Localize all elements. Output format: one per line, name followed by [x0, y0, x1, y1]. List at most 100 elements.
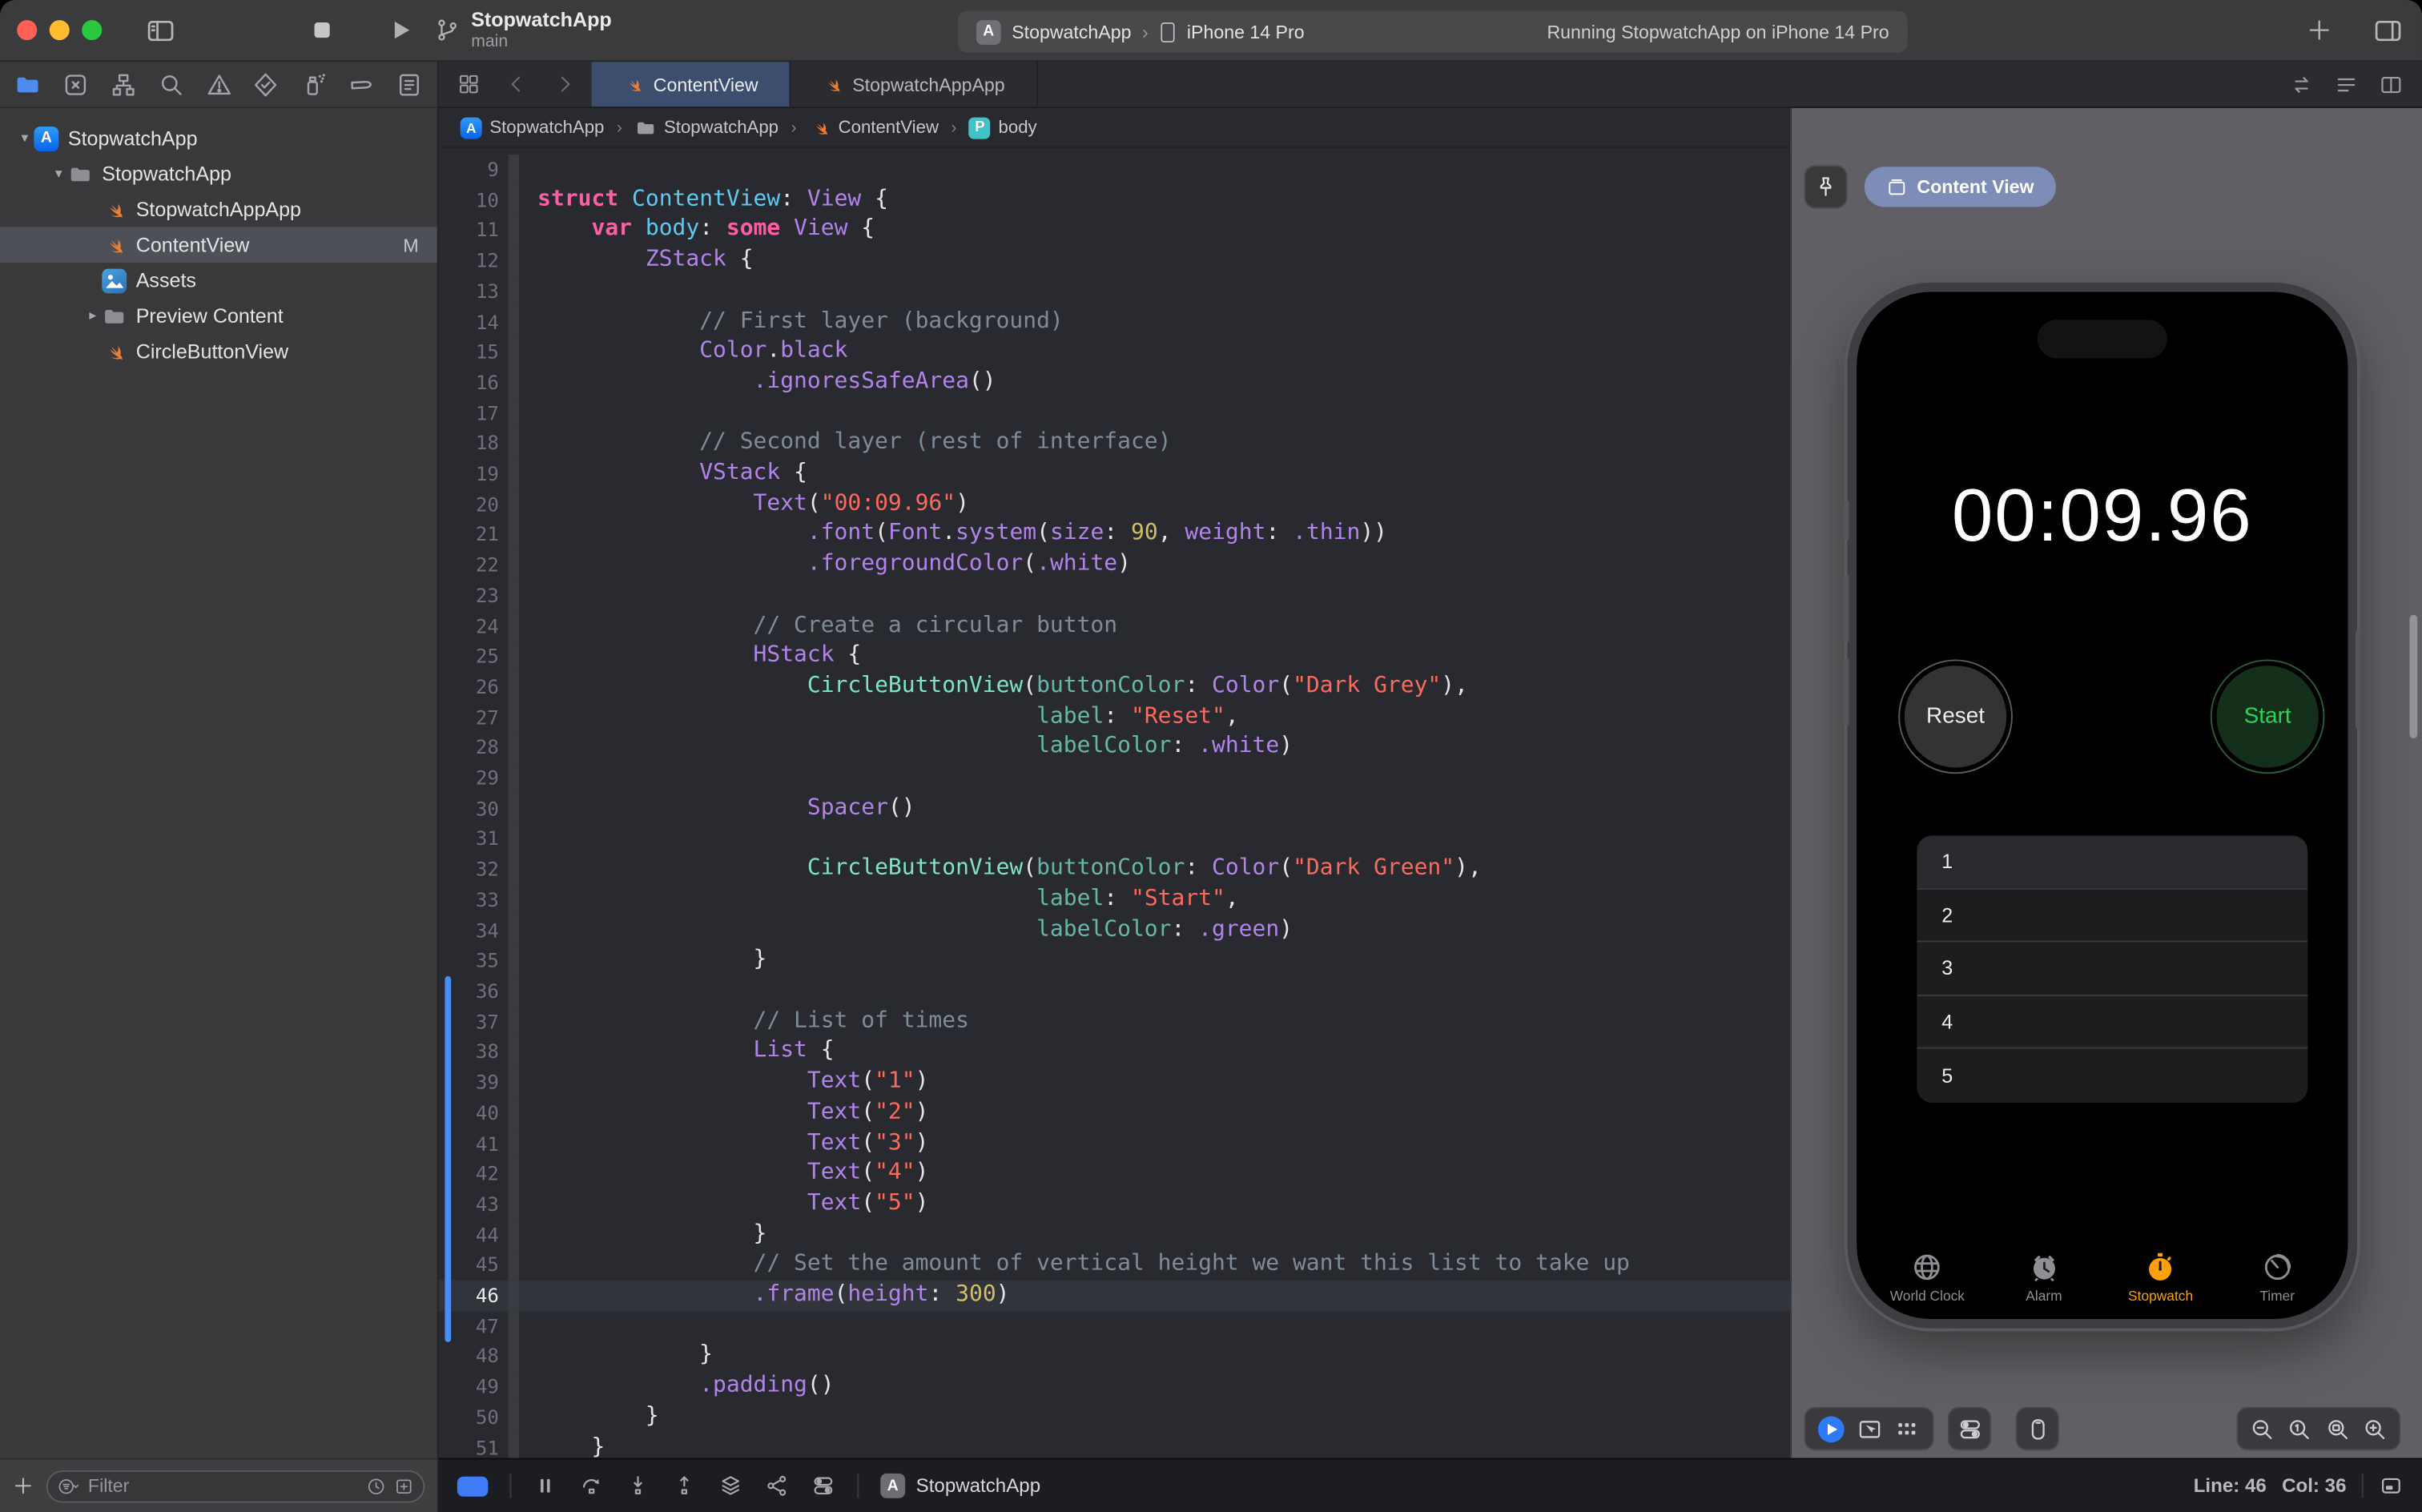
report-navigator-icon[interactable] — [396, 70, 424, 99]
code-line[interactable]: 37 // List of times — [439, 1007, 1790, 1037]
code-line[interactable]: 45 // Set the amount of vertical height … — [439, 1250, 1790, 1281]
code-review-icon[interactable] — [2289, 72, 2314, 97]
line-number[interactable]: 49 — [439, 1372, 509, 1402]
line-number[interactable]: 23 — [439, 581, 509, 611]
code-line[interactable]: 18 // Second layer (rest of interface) — [439, 428, 1790, 459]
code-fold-ribbon[interactable] — [508, 855, 519, 885]
code-line[interactable]: 17 — [439, 398, 1790, 428]
clock-tab-stopwatch[interactable]: Stopwatch — [2102, 1231, 2219, 1316]
code-line[interactable]: 25 HStack { — [439, 641, 1790, 672]
scheme-destination[interactable]: iPhone 14 Pro — [1187, 21, 1305, 42]
lap-row[interactable]: 3 — [1917, 943, 2307, 996]
code-line[interactable]: 39 Text("1") — [439, 1068, 1790, 1098]
code-line[interactable]: 47 — [439, 1311, 1790, 1341]
code-fold-ribbon[interactable] — [508, 1098, 519, 1128]
filter-field[interactable]: Filter — [46, 1470, 424, 1502]
code-fold-ribbon[interactable] — [508, 794, 519, 824]
code-fold-ribbon[interactable] — [508, 398, 519, 428]
clock-tab-timer[interactable]: Timer — [2219, 1231, 2336, 1316]
minimize-window-button[interactable] — [50, 20, 70, 40]
code-fold-ribbon[interactable] — [508, 702, 519, 733]
code-fold-ribbon[interactable] — [508, 1402, 519, 1433]
new-tab-button[interactable] — [2306, 17, 2332, 43]
split-editor-icon[interactable] — [2379, 72, 2404, 97]
code-fold-ribbon[interactable] — [508, 1037, 519, 1068]
code-fold-ribbon[interactable] — [508, 976, 519, 1007]
line-number[interactable]: 9 — [439, 155, 509, 185]
code-line[interactable]: 28 labelColor: .white) — [439, 733, 1790, 763]
close-window-button[interactable] — [17, 20, 37, 40]
code-line[interactable]: 38 List { — [439, 1037, 1790, 1068]
code-line[interactable]: 16 .ignoresSafeArea() — [439, 368, 1790, 398]
file-row-assets[interactable]: Assets — [0, 263, 437, 298]
scheme-selector[interactable]: A StopwatchApp › iPhone 14 Pro Running S… — [958, 10, 1908, 52]
line-number[interactable]: 10 — [439, 185, 509, 215]
code-fold-ribbon[interactable] — [508, 368, 519, 398]
code-line[interactable]: 35 } — [439, 946, 1790, 976]
file-row-contentview[interactable]: ContentViewM — [0, 227, 437, 262]
code-fold-ribbon[interactable] — [508, 1007, 519, 1037]
add-file-button[interactable] — [12, 1475, 34, 1497]
code-fold-ribbon[interactable] — [508, 581, 519, 611]
code-line[interactable]: 21 .font(Font.system(size: 90, weight: .… — [439, 520, 1790, 550]
step-into-icon[interactable] — [626, 1474, 650, 1498]
run-button[interactable] — [386, 15, 416, 45]
disclosure-chevron-icon[interactable]: ▾ — [15, 130, 34, 147]
project-navigator-icon[interactable] — [14, 70, 42, 99]
pin-preview-button[interactable] — [1804, 165, 1848, 208]
preview-device-icon[interactable] — [2024, 1416, 2050, 1442]
line-number[interactable]: 25 — [439, 641, 509, 672]
code-fold-ribbon[interactable] — [508, 1372, 519, 1402]
code-line[interactable]: 22 .foregroundColor(.white) — [439, 550, 1790, 581]
code-line[interactable]: 14 // First layer (background) — [439, 307, 1790, 337]
code-fold-ribbon[interactable] — [508, 1128, 519, 1159]
preview-target-pill[interactable]: Content View — [1865, 167, 2056, 207]
code-line[interactable]: 11 var body: some View { — [439, 215, 1790, 246]
code-fold-ribbon[interactable] — [508, 337, 519, 368]
environment-overrides-icon[interactable] — [811, 1474, 835, 1498]
line-number[interactable]: 17 — [439, 398, 509, 428]
breakpoint-navigator-icon[interactable] — [348, 70, 376, 99]
code-line[interactable]: 36 — [439, 976, 1790, 1007]
code-line[interactable]: 27 label: "Reset", — [439, 702, 1790, 733]
code-fold-ribbon[interactable] — [508, 672, 519, 702]
maximize-window-button[interactable] — [82, 20, 102, 40]
jump-bar[interactable]: AStopwatchApp›StopwatchApp›ContentView›P… — [439, 108, 1790, 148]
scheme-target[interactable]: StopwatchApp — [1012, 21, 1131, 42]
breadcrumb-item-stopwatchapp[interactable]: StopwatchApp — [634, 117, 778, 139]
line-number[interactable]: 20 — [439, 489, 509, 520]
clock-tab-alarm[interactable]: Alarm — [1985, 1231, 2102, 1316]
code-editor[interactable]: 910struct ContentView: View {11 var body… — [439, 148, 1790, 1458]
code-fold-ribbon[interactable] — [508, 824, 519, 855]
code-fold-ribbon[interactable] — [508, 1068, 519, 1098]
test-navigator-icon[interactable] — [252, 70, 280, 99]
zoom-fit-icon[interactable] — [2324, 1416, 2351, 1442]
code-line[interactable]: 32 CircleButtonView(buttonColor: Color("… — [439, 855, 1790, 885]
disclosure-chevron-icon[interactable]: ▸ — [83, 308, 102, 324]
line-number[interactable]: 16 — [439, 368, 509, 398]
line-number[interactable]: 12 — [439, 246, 509, 276]
zoom-in-icon[interactable] — [2361, 1416, 2388, 1442]
code-line[interactable]: 10struct ContentView: View { — [439, 185, 1790, 215]
code-fold-ribbon[interactable] — [508, 520, 519, 550]
line-number[interactable]: 28 — [439, 733, 509, 763]
code-fold-ribbon[interactable] — [508, 1189, 519, 1220]
code-line[interactable]: 44 } — [439, 1220, 1790, 1250]
code-line[interactable]: 51 } — [439, 1433, 1790, 1458]
file-row-circlebuttonview[interactable]: CircleButtonView — [0, 334, 437, 369]
code-line[interactable]: 40 Text("2") — [439, 1098, 1790, 1128]
code-fold-ribbon[interactable] — [508, 459, 519, 489]
code-line[interactable]: 46 .frame(height: 300) — [439, 1281, 1790, 1311]
code-line[interactable]: 31 — [439, 824, 1790, 855]
code-fold-ribbon[interactable] — [508, 489, 519, 520]
code-fold-ribbon[interactable] — [508, 641, 519, 672]
sourcecontrol-filter-icon[interactable] — [394, 1476, 414, 1496]
recent-files-icon[interactable] — [366, 1476, 386, 1496]
line-number[interactable]: 50 — [439, 1402, 509, 1433]
code-line[interactable]: 48 } — [439, 1341, 1790, 1372]
line-number[interactable]: 26 — [439, 672, 509, 702]
line-number[interactable]: 32 — [439, 855, 509, 885]
related-items-icon[interactable] — [457, 73, 481, 96]
code-fold-ribbon[interactable] — [508, 307, 519, 337]
line-number[interactable]: 34 — [439, 915, 509, 946]
